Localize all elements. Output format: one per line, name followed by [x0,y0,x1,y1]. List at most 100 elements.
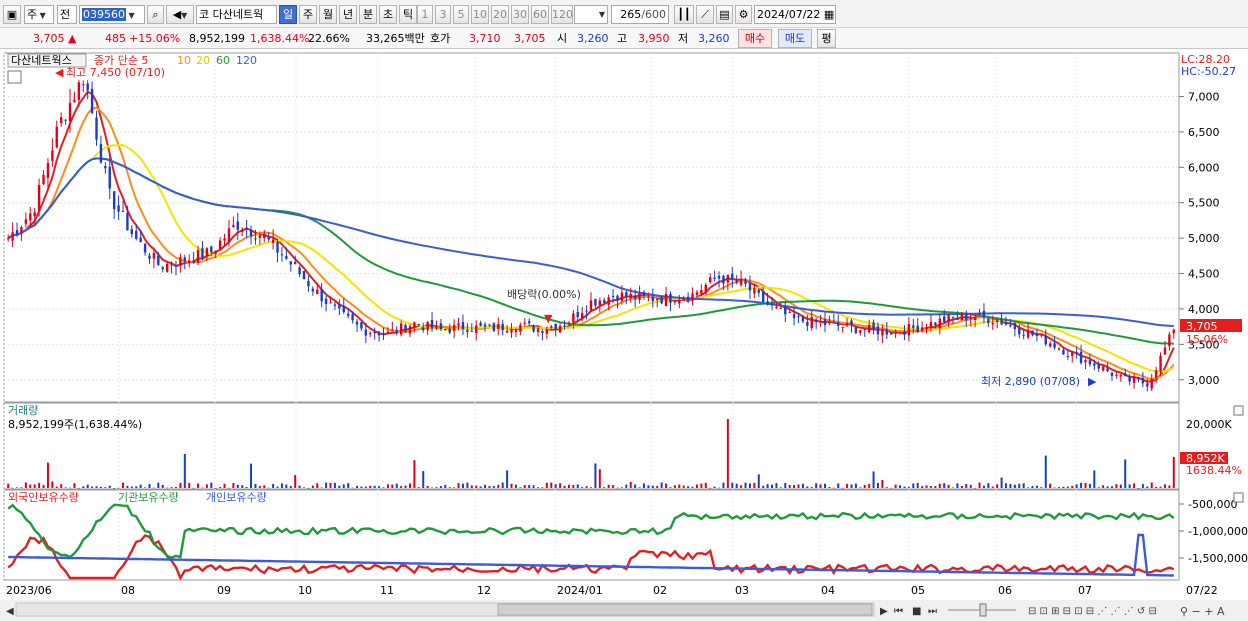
candle-body [271,239,275,243]
chart-area[interactable]: 다산네트웍스 종가 단순 5 10 20 60 120 ◀ 최고 7,450 (… [0,49,1248,621]
volume-bar [395,483,398,488]
holding-panel-close-icon[interactable] [1233,492,1244,503]
volume-bar [528,485,531,488]
drawing-tool-icon[interactable]: ⟋ [696,5,714,24]
volume-bar [868,483,871,488]
candle-body [527,321,531,324]
stock-code-input[interactable]: 039560 ▼ [79,5,145,24]
candle-body [1066,355,1070,357]
candle-body [241,230,244,232]
date-axis: 2023/06 08 09 10 11 12 2024/01 02 03 04 05 06 07 07/2… [6,584,1218,597]
quote-bar: 3,705 ▲ 485 +15.06% 8,952,199 1,638.44% … [0,28,1248,49]
candle-body [280,254,284,256]
gear-icon[interactable]: ⚙ [735,5,752,24]
volume-bar [695,484,698,488]
interval-tab-4[interactable]: 분 [359,5,377,24]
volume-bar [139,484,142,488]
volume-bar [545,482,548,488]
forward-icon[interactable]: ⏭ [928,606,937,617]
volume-bar [170,487,173,488]
candle-body [1093,363,1096,366]
minute-step-120[interactable]: 120 [551,5,573,24]
volume-bar [157,482,160,488]
scrollbar-thumb[interactable] [497,603,873,616]
volume-bar [245,486,248,488]
x-axis-label: 05 [911,584,925,597]
volume-bar [704,482,707,488]
minute-step-10[interactable]: 10 [471,5,489,24]
save-icon[interactable]: ▤ [716,5,733,24]
zoom-slider-handle[interactable] [979,603,987,617]
minute-step-1[interactable]: 1 [417,5,433,24]
scroll-right-icon[interactable]: ▶ [880,606,888,617]
candle-body [934,322,937,326]
interval-tab-3[interactable]: 년 [339,5,357,24]
open-value: 3,260 [577,32,609,45]
volume-bar [144,487,147,488]
volume-bar [1040,487,1043,488]
candle-body [567,322,571,325]
candle-body [258,235,262,238]
speaker-icon[interactable]: ◀▼ [166,5,194,24]
volume-bar [1137,487,1140,489]
candle-type-icon[interactable]: ┃┃ [674,5,694,24]
volume-bar [148,484,151,488]
x-axis-label: 06 [998,584,1012,597]
layout-icon[interactable]: ▣ [3,5,21,24]
panel-layout-icons[interactable]: ⊟ ⊡ ⊞ ⊟ ⊡ ⊟ ⋰ ⋰ ⋰ ↺ ⊟ [1028,606,1157,617]
candle-body [863,329,866,331]
minute-step-20[interactable]: 20 [491,5,509,24]
volume-title: 거래량 [8,404,38,417]
candle-body [806,321,809,327]
minute-step-30[interactable]: 30 [511,5,529,24]
candle-body [11,232,14,241]
buy-button[interactable]: 매수 [738,29,772,48]
candle-body [245,227,248,230]
search-icon[interactable]: ⌕ [147,5,164,24]
candle-body [673,301,677,303]
eval-button[interactable]: 평 [817,29,836,48]
volume-panel-close-icon[interactable] [1233,405,1244,416]
volume-pct: 1,638.44% [250,32,310,45]
volume-bar [991,486,994,488]
rewind-icon[interactable]: ⏮ [894,606,903,617]
stop-icon[interactable]: ■ [912,606,921,617]
interval-tab-6[interactable]: 틱 [399,5,417,24]
table-icon[interactable] [7,70,22,84]
candle-body [713,277,716,279]
volume-bar [307,487,310,489]
candle-body [302,270,306,280]
volume-bar [762,485,765,488]
minute-step-3[interactable]: 3 [435,5,451,24]
volume-bar [439,486,442,488]
minute-step-5[interactable]: 5 [453,5,469,24]
candle-body [1084,360,1087,363]
date-input[interactable]: 2024/07/22 ▦ [754,5,836,24]
candle-body [859,330,862,333]
candle-body [722,275,725,284]
candle-body [51,150,54,161]
volume-bar [497,484,500,488]
count-input[interactable]: 265/600 [611,5,669,24]
volume-bar [1150,482,1153,488]
interval-tab-5[interactable]: 초 [379,5,397,24]
scroll-left-icon[interactable]: ◀ [6,606,14,617]
candle-body [320,289,323,302]
interval-tab-0[interactable]: 일 [279,5,297,24]
candle-body [872,322,875,329]
sell-button[interactable]: 매도 [778,29,812,48]
period-type-select[interactable]: 전 [57,5,77,24]
institution-legend: 기관보유수량 [118,491,179,504]
zoom-icons[interactable]: ⚲ − + A [1180,605,1225,618]
candle-body [1137,377,1140,380]
market-select[interactable]: 주 ▼ [24,5,54,24]
candle-body [408,326,412,334]
stock-chart[interactable]: 다산네트웍스 종가 단순 5 10 20 60 120 ◀ 최고 7,450 (… [0,49,1248,621]
volume-bar [537,487,540,488]
custom-step-select[interactable]: ▼ [574,5,608,24]
candle-body [346,313,350,316]
minute-step-60[interactable]: 60 [531,5,549,24]
interval-tab-1[interactable]: 주 [299,5,317,24]
volume-bar [276,486,279,488]
interval-tab-2[interactable]: 월 [319,5,337,24]
